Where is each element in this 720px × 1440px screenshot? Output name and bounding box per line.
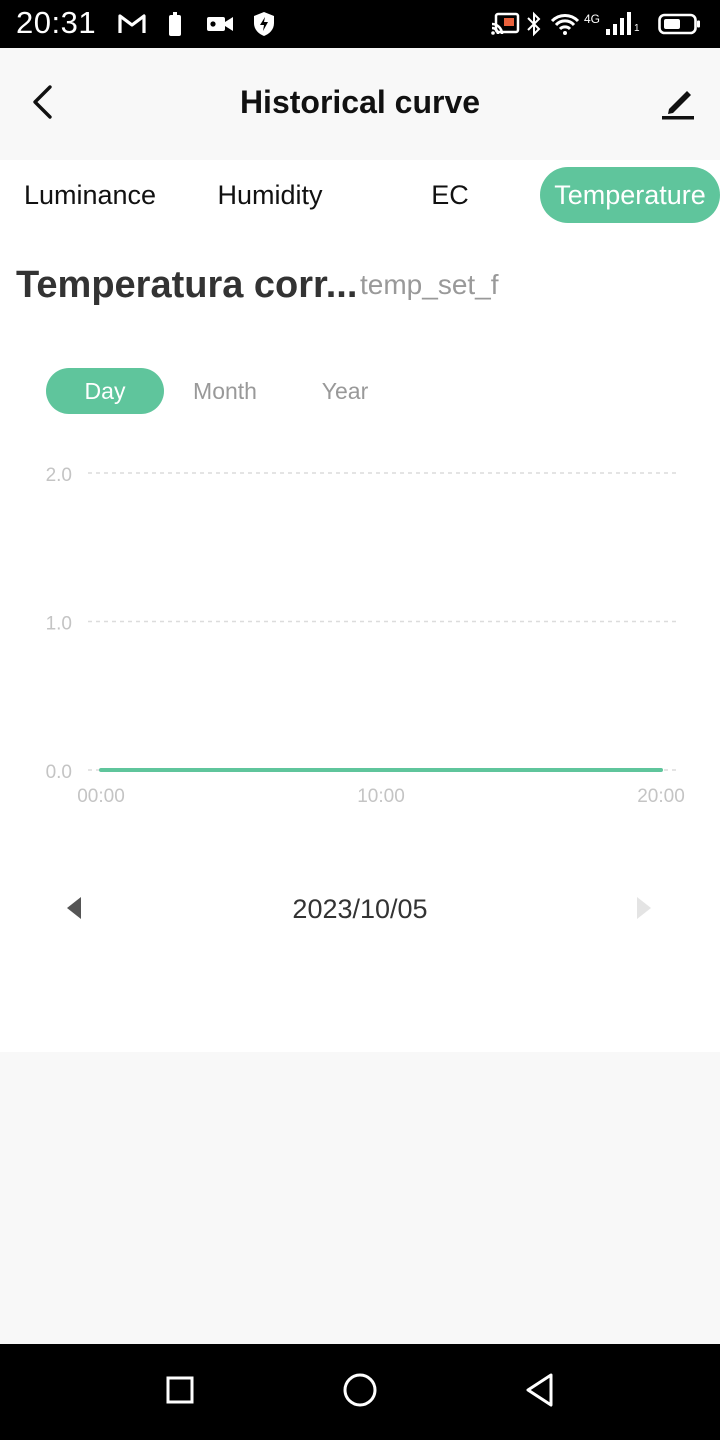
system-nav-bar (0, 1344, 720, 1440)
pencil-icon (660, 83, 696, 126)
edit-button[interactable] (656, 82, 700, 126)
temperature-chart: 2.0 1.0 0.000:00 10:00 20:00 (46, 465, 685, 807)
battery-icon (658, 10, 702, 38)
tab-day[interactable]: Day (46, 368, 164, 414)
app-header: Historical curve (0, 48, 720, 160)
signal-sub-label: 1 (634, 22, 640, 34)
home-button[interactable] (336, 1368, 384, 1416)
sensor-code: temp_set_f (360, 269, 499, 300)
x-tick-label: 10:00 (357, 786, 405, 807)
circle-icon (342, 1372, 378, 1413)
status-time: 20:31 (16, 5, 97, 40)
wifi-icon (550, 10, 580, 38)
network-type-label: 4G (584, 12, 601, 26)
tab-luminance[interactable]: Luminance (10, 167, 170, 223)
y-tick-label: 0.0 (46, 762, 72, 783)
battery-saver-icon (168, 10, 182, 38)
status-bar: 20:31 4G 1 (0, 0, 720, 48)
tab-ec[interactable]: EC (370, 167, 530, 223)
gmail-icon (118, 10, 146, 38)
triangle-back-icon (524, 1372, 556, 1413)
page-title: Historical curve (239, 84, 481, 120)
video-icon (206, 10, 234, 38)
shield-icon (252, 10, 276, 38)
cast-icon (490, 10, 520, 38)
x-tick-label: 00:00 (77, 786, 125, 807)
tab-month[interactable]: Month (170, 368, 280, 414)
tab-temperature[interactable]: Temperature (540, 167, 720, 223)
tab-humidity[interactable]: Humidity (190, 167, 350, 223)
y-tick-label: 2.0 (46, 465, 72, 486)
y-tick-label: 1.0 (46, 614, 72, 635)
square-icon (165, 1375, 195, 1410)
content-card: Luminance Humidity EC Temperature Temper… (0, 160, 720, 1052)
sensor-title: Temperatura corr... (16, 264, 358, 306)
signal-icon (604, 10, 634, 38)
date-label: 2023/10/05 (292, 894, 428, 924)
x-tick-label: 20:00 (637, 786, 685, 807)
recents-button[interactable] (156, 1368, 204, 1416)
back-nav-button[interactable] (516, 1368, 564, 1416)
tab-year[interactable]: Year (290, 368, 400, 414)
triangle-right-icon (635, 895, 653, 926)
bluetooth-icon (526, 10, 542, 38)
next-date-button[interactable] (626, 888, 662, 932)
